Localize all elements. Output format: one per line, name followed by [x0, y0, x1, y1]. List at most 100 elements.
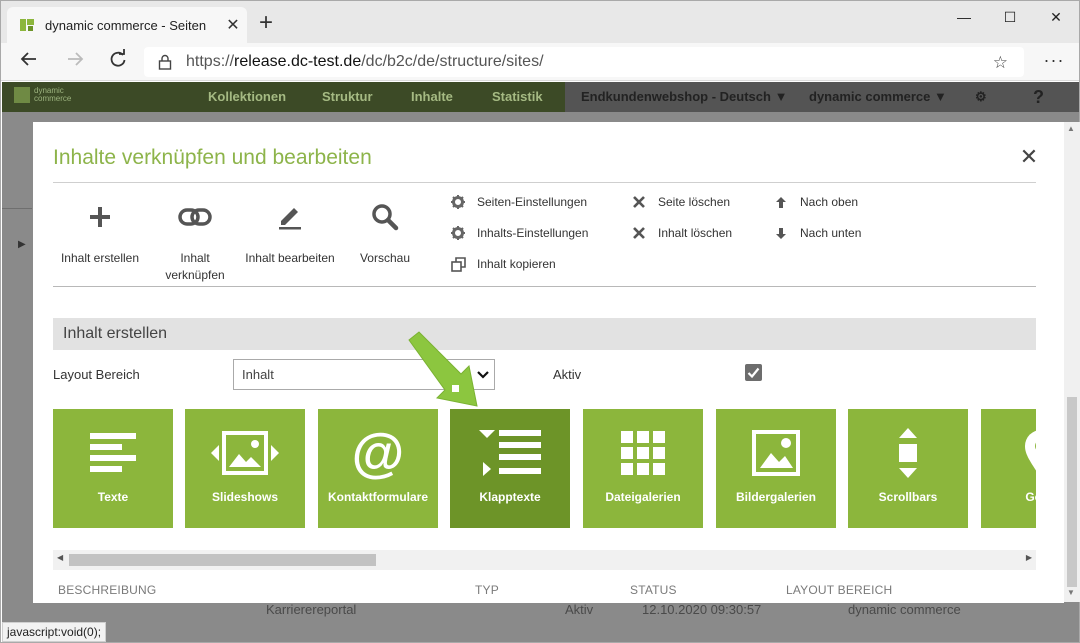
- move-up-label: Nach oben: [800, 195, 859, 209]
- site-settings-label: Seiten-Einstellungen: [477, 195, 588, 209]
- delete-content-label: Inhalt löschen: [658, 226, 733, 240]
- delete-x-icon: [631, 227, 647, 239]
- create-content-label: Inhalt erstellen: [60, 251, 140, 265]
- shop-select[interactable]: Endkundenwebshop - Deutsch ▼: [581, 82, 787, 112]
- dc-logo-icon: [14, 87, 30, 103]
- tile-label: Scrollbars: [878, 490, 938, 504]
- layout-area-label: Layout Bereich: [53, 367, 140, 382]
- site-logo[interactable]: dynamic commerce: [14, 87, 71, 103]
- new-tab-button[interactable]: +: [254, 9, 278, 37]
- move-up-button[interactable]: Nach oben: [773, 193, 858, 211]
- copy-icon: [450, 256, 466, 272]
- arrow-down-icon: [773, 227, 789, 240]
- delete-content-button[interactable]: Inhalt löschen: [631, 224, 732, 242]
- delete-x-icon: [631, 196, 647, 208]
- col-typ[interactable]: TYP: [475, 583, 499, 597]
- tile-bildergalerien[interactable]: Bildergalerien: [716, 409, 836, 528]
- col-layout-bereich[interactable]: LAYOUT BEREICH: [786, 583, 892, 597]
- actions-divider: [53, 286, 1036, 287]
- scroll-left-icon[interactable]: ◀: [57, 553, 63, 562]
- browser-menu-button[interactable]: ···: [1039, 43, 1069, 81]
- company-select[interactable]: dynamic commerce ▼: [809, 82, 947, 112]
- text-lines-icon: [53, 425, 173, 481]
- site-settings-button[interactable]: Seiten-Einstellungen: [450, 193, 587, 211]
- pencil-icon: [235, 200, 345, 234]
- site-nav-bar: dynamic commerce Kollektionen Struktur In…: [2, 82, 1079, 112]
- tile-scrollbars[interactable]: Scrollbars: [848, 409, 968, 528]
- dc-favicon-icon: [19, 17, 35, 33]
- settings-gear-icon[interactable]: ⚙: [975, 82, 987, 112]
- content-link-modal: Inhalte verknüpfen und bearbeiten ✕ Inha…: [33, 122, 1064, 603]
- refresh-icon: [110, 49, 126, 67]
- url-input[interactable]: https://release.dc-test.de/dc/b2c/de/str…: [144, 47, 1024, 77]
- bg-row-status: Aktiv: [565, 602, 594, 617]
- modal-close-icon[interactable]: ✕: [1017, 144, 1041, 170]
- link-icon: [140, 200, 250, 234]
- edit-content-label: Inhalt bearbeiten: [245, 251, 335, 265]
- bg-row-name: Karrierereportal: [266, 602, 357, 617]
- delete-site-label: Seite löschen: [658, 195, 731, 209]
- grid-icon: [583, 425, 703, 481]
- copy-content-button[interactable]: Inhalt kopieren: [450, 255, 556, 273]
- tile-klapptexte[interactable]: Klapptexte: [450, 409, 570, 528]
- checkmark-icon: [747, 367, 760, 379]
- scroll-up-icon[interactable]: ▲: [1067, 124, 1075, 133]
- forward-button[interactable]: [61, 49, 89, 75]
- maximize-button[interactable]: ☐: [987, 5, 1033, 29]
- content-settings-button[interactable]: Inhalts-Einstellungen: [450, 224, 588, 242]
- window-close-button[interactable]: ✕: [1033, 5, 1079, 29]
- active-checkbox[interactable]: [745, 364, 762, 381]
- scroll-icon: [848, 425, 968, 481]
- sidebar-expand-icon[interactable]: ▶: [18, 239, 26, 250]
- move-down-button[interactable]: Nach unten: [773, 224, 861, 242]
- section-header: Inhalt erstellen: [53, 318, 1036, 350]
- minimize-button[interactable]: —: [941, 5, 987, 29]
- tile-label: Kontaktformulare: [327, 490, 428, 504]
- delete-site-button[interactable]: Seite löschen: [631, 193, 730, 211]
- nav-struktur[interactable]: Struktur: [322, 82, 373, 112]
- lock-icon: [158, 54, 172, 70]
- col-beschreibung[interactable]: BESCHREIBUNG: [58, 583, 156, 597]
- tile-texte[interactable]: Texte: [53, 409, 173, 528]
- tile-label: Dateigalerien: [605, 490, 681, 504]
- tile-slideshows[interactable]: Slideshows: [185, 409, 305, 528]
- vertical-scrollbar-thumb[interactable]: [1067, 397, 1077, 587]
- scroll-down-icon[interactable]: ▼: [1067, 588, 1075, 597]
- preview-label: Vorschau: [359, 251, 411, 265]
- tile-label: Texte: [97, 490, 129, 504]
- modal-vertical-scrollbar[interactable]: ▲ ▼: [1064, 122, 1080, 602]
- link-content-button[interactable]: Inhalt verknüpfen: [140, 200, 250, 284]
- refresh-button[interactable]: [104, 49, 132, 75]
- copy-content-label: Inhalt kopieren: [477, 257, 556, 271]
- tile-google[interactable]: Goog: [981, 409, 1036, 528]
- bg-row-date: 12.10.2020 09:30:57: [642, 602, 762, 617]
- scrollbar-thumb[interactable]: [69, 554, 376, 566]
- edit-content-button[interactable]: Inhalt bearbeiten: [235, 200, 345, 267]
- favorite-star-icon[interactable]: ☆: [993, 53, 1008, 73]
- nav-statistik[interactable]: Statistik: [492, 82, 543, 112]
- search-icon: [330, 200, 440, 234]
- active-label: Aktiv: [553, 367, 582, 382]
- tab-close-icon[interactable]: ✕: [219, 15, 247, 35]
- browser-tab[interactable]: dynamic commerce - Seiten ✕: [7, 7, 247, 43]
- back-button[interactable]: [15, 49, 43, 75]
- back-arrow-icon: [20, 52, 36, 66]
- help-button[interactable]: ?: [1033, 82, 1044, 112]
- modal-divider: [53, 182, 1036, 183]
- scroll-right-icon[interactable]: ▶: [1026, 553, 1032, 562]
- tile-kontaktformulare[interactable]: @ Kontaktformulare: [318, 409, 438, 528]
- preview-button[interactable]: Vorschau: [330, 200, 440, 267]
- accordion-icon: [450, 425, 570, 481]
- tiles-horizontal-scrollbar[interactable]: ◀ ▶: [53, 550, 1036, 570]
- browser-status-bar: javascript:void(0);: [2, 622, 107, 642]
- tile-label: Klapptexte: [479, 490, 541, 504]
- create-content-button[interactable]: Inhalt erstellen: [45, 200, 155, 267]
- col-status[interactable]: STATUS: [630, 583, 677, 597]
- tile-dateigalerien[interactable]: Dateigalerien: [583, 409, 703, 528]
- nav-kollektionen[interactable]: Kollektionen: [208, 82, 286, 112]
- content-settings-label: Inhalts-Einstellungen: [477, 226, 589, 240]
- address-bar-row: https://release.dc-test.de/dc/b2c/de/str…: [1, 43, 1079, 81]
- modal-title: Inhalte verknüpfen und bearbeiten: [53, 146, 372, 169]
- layout-area-value: Inhalt: [242, 367, 274, 382]
- nav-inhalte[interactable]: Inhalte: [411, 82, 453, 112]
